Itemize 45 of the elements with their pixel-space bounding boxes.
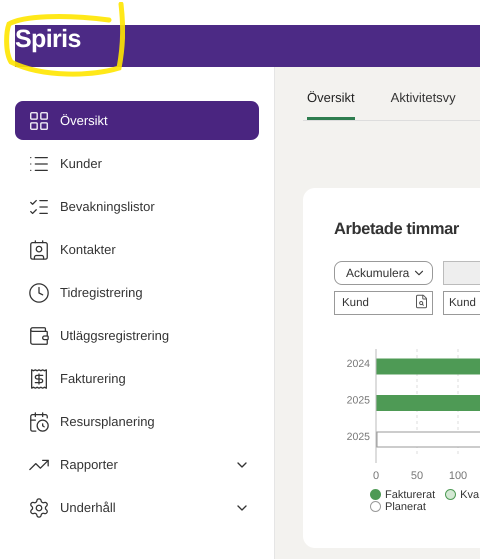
sidebar-item[interactable]: Fakturering [15,359,259,398]
dropdown[interactable]: Ackumulera [334,260,433,285]
axis-label: 2024 [346,358,370,370]
sidebar-label: Rapporter [60,456,119,474]
sidebar-label: Resursplanering [60,412,156,431]
axis-label: 50 [410,468,424,483]
sidebar-item[interactable]: Bevakningslistor [15,187,259,226]
sidebar-item[interactable]: Utläggsregistrering [15,316,259,355]
sidebar-item[interactable]: Kunder [15,144,259,183]
axis-label: 0 [372,468,380,483]
sidebar-item[interactable]: Översikt [15,101,259,140]
sidebar-item[interactable]: Rapporter [15,445,259,484]
tab[interactable]: Översikt [307,88,355,120]
axis-label: 2025 [346,394,370,406]
input-field[interactable] [443,260,480,285]
sidebar-label: Kunder [60,154,103,173]
sidebar-label: Tidregistrering [60,284,144,302]
clock-icon [28,282,50,304]
receipt-icon [28,368,50,390]
sidebar-label: Underhåll [60,498,117,517]
input-field[interactable]: Kund [443,290,480,315]
sidebar-label: Fakturering [60,370,127,388]
sidebar-item[interactable]: Kontakter [15,230,259,269]
legend-label: Kva [460,488,480,501]
tab[interactable]: Aktivitetsvy [390,88,456,120]
legend-label: Fakturerat [385,488,436,501]
sidebar-item[interactable]: Tidregistrering [15,273,259,312]
contact-card-icon [28,238,50,260]
sidebar-item[interactable]: Resursplanering [15,402,259,441]
wallet-icon [28,324,50,346]
axis-label: 100 [448,468,468,483]
settings-icon [28,496,50,518]
input-field[interactable]: Kund [334,290,433,315]
card-title: Arbetade timmar [334,219,460,240]
legend-label: Planerat [385,500,426,513]
sidebar-label: Översikt [60,112,109,130]
calendar-clock-icon [28,410,50,432]
search-icon [414,294,429,309]
logo[interactable]: Spiris [15,26,81,52]
sidebar-label: Utläggsregistrering [60,326,170,345]
grid-icon [28,110,50,132]
axis-label: 2025 [346,430,370,443]
sidebar-label: Kontakter [60,240,117,259]
sidebar-item[interactable]: Underhåll [15,488,259,527]
sidebar-label: Bevakningslistor [60,198,156,216]
